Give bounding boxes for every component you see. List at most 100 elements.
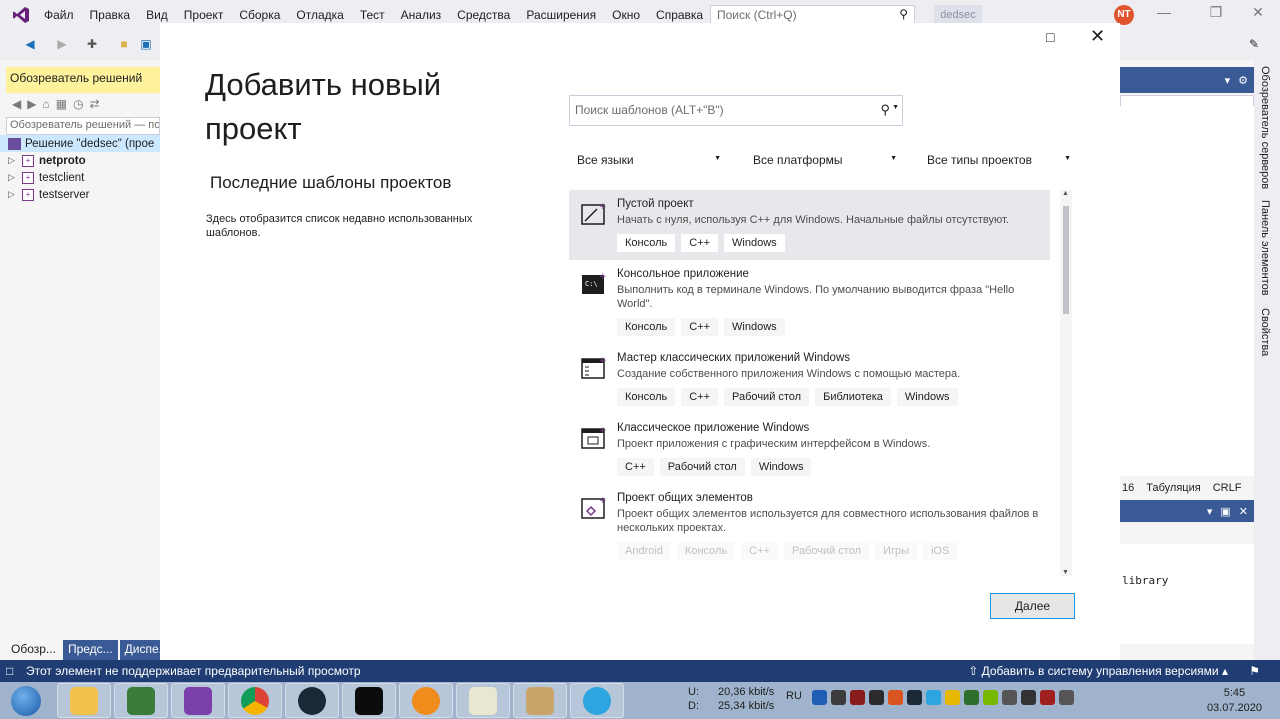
status-message: Этот элемент не поддерживает предварител… bbox=[26, 664, 361, 678]
editor-area[interactable] bbox=[1120, 106, 1254, 476]
scroll-down-icon[interactable]: ▼ bbox=[1062, 569, 1069, 576]
solution-node[interactable]: Решение "dedsec" (прое bbox=[0, 135, 160, 152]
chrome-taskbar-icon[interactable] bbox=[228, 683, 282, 718]
forward-icon[interactable]: ▶ bbox=[54, 36, 70, 52]
cloud-icon[interactable] bbox=[831, 690, 846, 705]
steam-taskbar-icon[interactable] bbox=[285, 683, 339, 718]
power-icon[interactable] bbox=[1059, 690, 1074, 705]
visual-studio-taskbar-icon[interactable] bbox=[171, 683, 225, 718]
charts-app-taskbar-icon[interactable] bbox=[456, 683, 510, 718]
telegram-tray-icon[interactable] bbox=[926, 690, 941, 705]
nvidia-icon[interactable] bbox=[983, 690, 998, 705]
window-close-icon[interactable]: ✕ bbox=[1244, 4, 1272, 21]
telegram-taskbar-icon[interactable] bbox=[570, 683, 624, 718]
next-button[interactable]: Далее bbox=[990, 593, 1075, 619]
tab-class-view[interactable]: Предс... bbox=[62, 640, 118, 660]
cpp-project-icon: + bbox=[22, 154, 34, 167]
solution-explorer: Обозреватель решений ◀ ▶ ⌂ ▦ ◷ ⇄ Обозрев… bbox=[0, 60, 174, 660]
scrollbar-thumb[interactable] bbox=[1063, 206, 1069, 314]
settings-icon[interactable]: ⚙ bbox=[1238, 74, 1248, 87]
avatar[interactable]: NT bbox=[1114, 5, 1134, 25]
home-icon[interactable]: ⌂ bbox=[42, 97, 49, 111]
tab-server-explorer[interactable]: Обозреватель серверов bbox=[1259, 66, 1271, 189]
save-icon[interactable]: ▣ bbox=[138, 36, 154, 52]
language-filter[interactable]: Все языки ▼ bbox=[569, 147, 727, 173]
tag: Консоль bbox=[617, 388, 676, 406]
eol-indicator[interactable]: CRLF bbox=[1213, 482, 1242, 494]
add-new-project-dialog: □ ✕ Добавить новый проект Последние шабл… bbox=[160, 23, 1120, 660]
usb-icon[interactable] bbox=[1002, 690, 1017, 705]
network-app-taskbar-icon[interactable] bbox=[114, 683, 168, 718]
add-to-source-control[interactable]: ⇧ Добавить в систему управления версиями… bbox=[968, 664, 1228, 678]
minimize-icon[interactable]: — bbox=[1150, 4, 1178, 20]
half-life-taskbar-icon[interactable] bbox=[399, 683, 453, 718]
chevron-down-icon[interactable]: ▼ bbox=[892, 104, 899, 111]
pin-icon[interactable]: ▣ bbox=[1220, 505, 1230, 518]
template-list-scrollbar[interactable]: ▲ ▼ bbox=[1060, 190, 1072, 576]
solution-search-input[interactable]: Обозреватель решений — поиск bbox=[6, 117, 160, 135]
platform-filter[interactable]: Все платформы ▼ bbox=[745, 147, 903, 173]
template-desktop-wizard[interactable]: ++ Мастер классических приложений Window… bbox=[569, 344, 1050, 414]
scroll-up-icon[interactable]: ▲ bbox=[1062, 190, 1069, 197]
language-indicator[interactable]: RU bbox=[786, 690, 802, 702]
open-folder-icon[interactable]: ■ bbox=[116, 36, 132, 52]
expand-arrow-icon[interactable]: ▷ bbox=[8, 189, 20, 200]
template-windows-desktop-app[interactable]: ++ Классическое приложение Windows Проек… bbox=[569, 414, 1050, 484]
clock[interactable]: 5:45 03.07.2020 bbox=[1207, 686, 1262, 716]
tag: Windows bbox=[724, 318, 785, 336]
tray-app-icon[interactable] bbox=[850, 690, 865, 705]
side-tab-strip: Обозреватель серверов Панель элементов С… bbox=[1254, 60, 1280, 660]
tab-solution-explorer[interactable]: Обозр... bbox=[6, 640, 61, 660]
close-icon[interactable]: ✕ bbox=[1239, 505, 1248, 518]
project-type-filter[interactable]: Все типы проектов ▼ bbox=[919, 147, 1077, 173]
console-taskbar-icon[interactable] bbox=[342, 683, 396, 718]
tray-app-icon[interactable] bbox=[888, 690, 903, 705]
template-console-app[interactable]: C:\ ++ Консольное приложение Выполнить к… bbox=[569, 260, 1050, 344]
output-panel: library bbox=[1120, 544, 1254, 644]
global-search-input[interactable]: Поиск (Ctrl+Q) ⚲ bbox=[710, 5, 915, 25]
template-empty-project[interactable]: ++ Пустой проект Начать с нуля, использу… bbox=[569, 190, 1050, 260]
restore-icon[interactable]: ❐ bbox=[1202, 4, 1230, 21]
tab-properties[interactable]: Свойства bbox=[1259, 308, 1271, 356]
switch-views-icon[interactable]: ▦ bbox=[56, 97, 67, 111]
new-project-icon[interactable]: ✚ bbox=[84, 36, 100, 52]
solution-explorer-toolbar: ◀ ▶ ⌂ ▦ ◷ ⇄ bbox=[6, 93, 160, 115]
back-icon[interactable]: ◀ bbox=[22, 36, 38, 52]
feedback-icon[interactable]: ✎ bbox=[1246, 36, 1262, 52]
back-icon[interactable]: ◀ bbox=[12, 97, 21, 111]
tabs-indicator[interactable]: Табуляция bbox=[1146, 482, 1200, 494]
paint-taskbar-icon[interactable] bbox=[513, 683, 567, 718]
solution-tabs: Обозр... Предс... Диспе... bbox=[6, 640, 176, 660]
project-label: netproto bbox=[39, 154, 86, 167]
dropdown-icon[interactable]: ▾ bbox=[1207, 505, 1213, 518]
tray-app-icon[interactable] bbox=[869, 690, 884, 705]
steam-tray-icon[interactable] bbox=[907, 690, 922, 705]
maximize-icon[interactable]: □ bbox=[1046, 29, 1054, 45]
expand-arrow-icon[interactable]: ▷ bbox=[8, 172, 20, 183]
tray-app-icon[interactable] bbox=[945, 690, 960, 705]
tab-toolbox[interactable]: Панель элементов bbox=[1259, 200, 1271, 296]
editor-tab-header: ▾ ⚙ bbox=[1120, 67, 1254, 93]
search-icon[interactable]: ⚲ bbox=[880, 102, 890, 118]
explorer-taskbar-icon[interactable] bbox=[57, 683, 111, 718]
start-button[interactable] bbox=[2, 683, 50, 718]
menu-file[interactable]: Файл bbox=[36, 0, 82, 30]
volume-icon[interactable] bbox=[1021, 690, 1036, 705]
template-shared-items[interactable]: ++ Проект общих элементов Проект общих э… bbox=[569, 484, 1050, 568]
project-node[interactable]: ▷ + netproto bbox=[0, 152, 160, 169]
forward-icon[interactable]: ▶ bbox=[27, 97, 36, 111]
close-icon[interactable]: ✕ bbox=[1090, 26, 1105, 47]
project-label: testserver bbox=[39, 188, 90, 201]
dropdown-icon[interactable]: ▾ bbox=[1225, 74, 1231, 87]
tray-app-icon[interactable] bbox=[964, 690, 979, 705]
project-node[interactable]: ▷ + testclient bbox=[0, 169, 160, 186]
bluetooth-icon[interactable] bbox=[812, 690, 827, 705]
expand-arrow-icon[interactable]: ▷ bbox=[8, 155, 20, 166]
menu-edit[interactable]: Правка bbox=[82, 0, 139, 30]
template-search-input[interactable]: Поиск шаблонов (ALT+"В") ⚲ ▼ bbox=[569, 95, 903, 126]
project-node[interactable]: ▷ + testserver bbox=[0, 186, 160, 203]
sync-icon[interactable]: ⇄ bbox=[90, 97, 100, 111]
notifications-icon[interactable]: ⚑ bbox=[1249, 664, 1260, 678]
pending-changes-icon[interactable]: ◷ bbox=[73, 97, 83, 111]
network-icon[interactable] bbox=[1040, 690, 1055, 705]
